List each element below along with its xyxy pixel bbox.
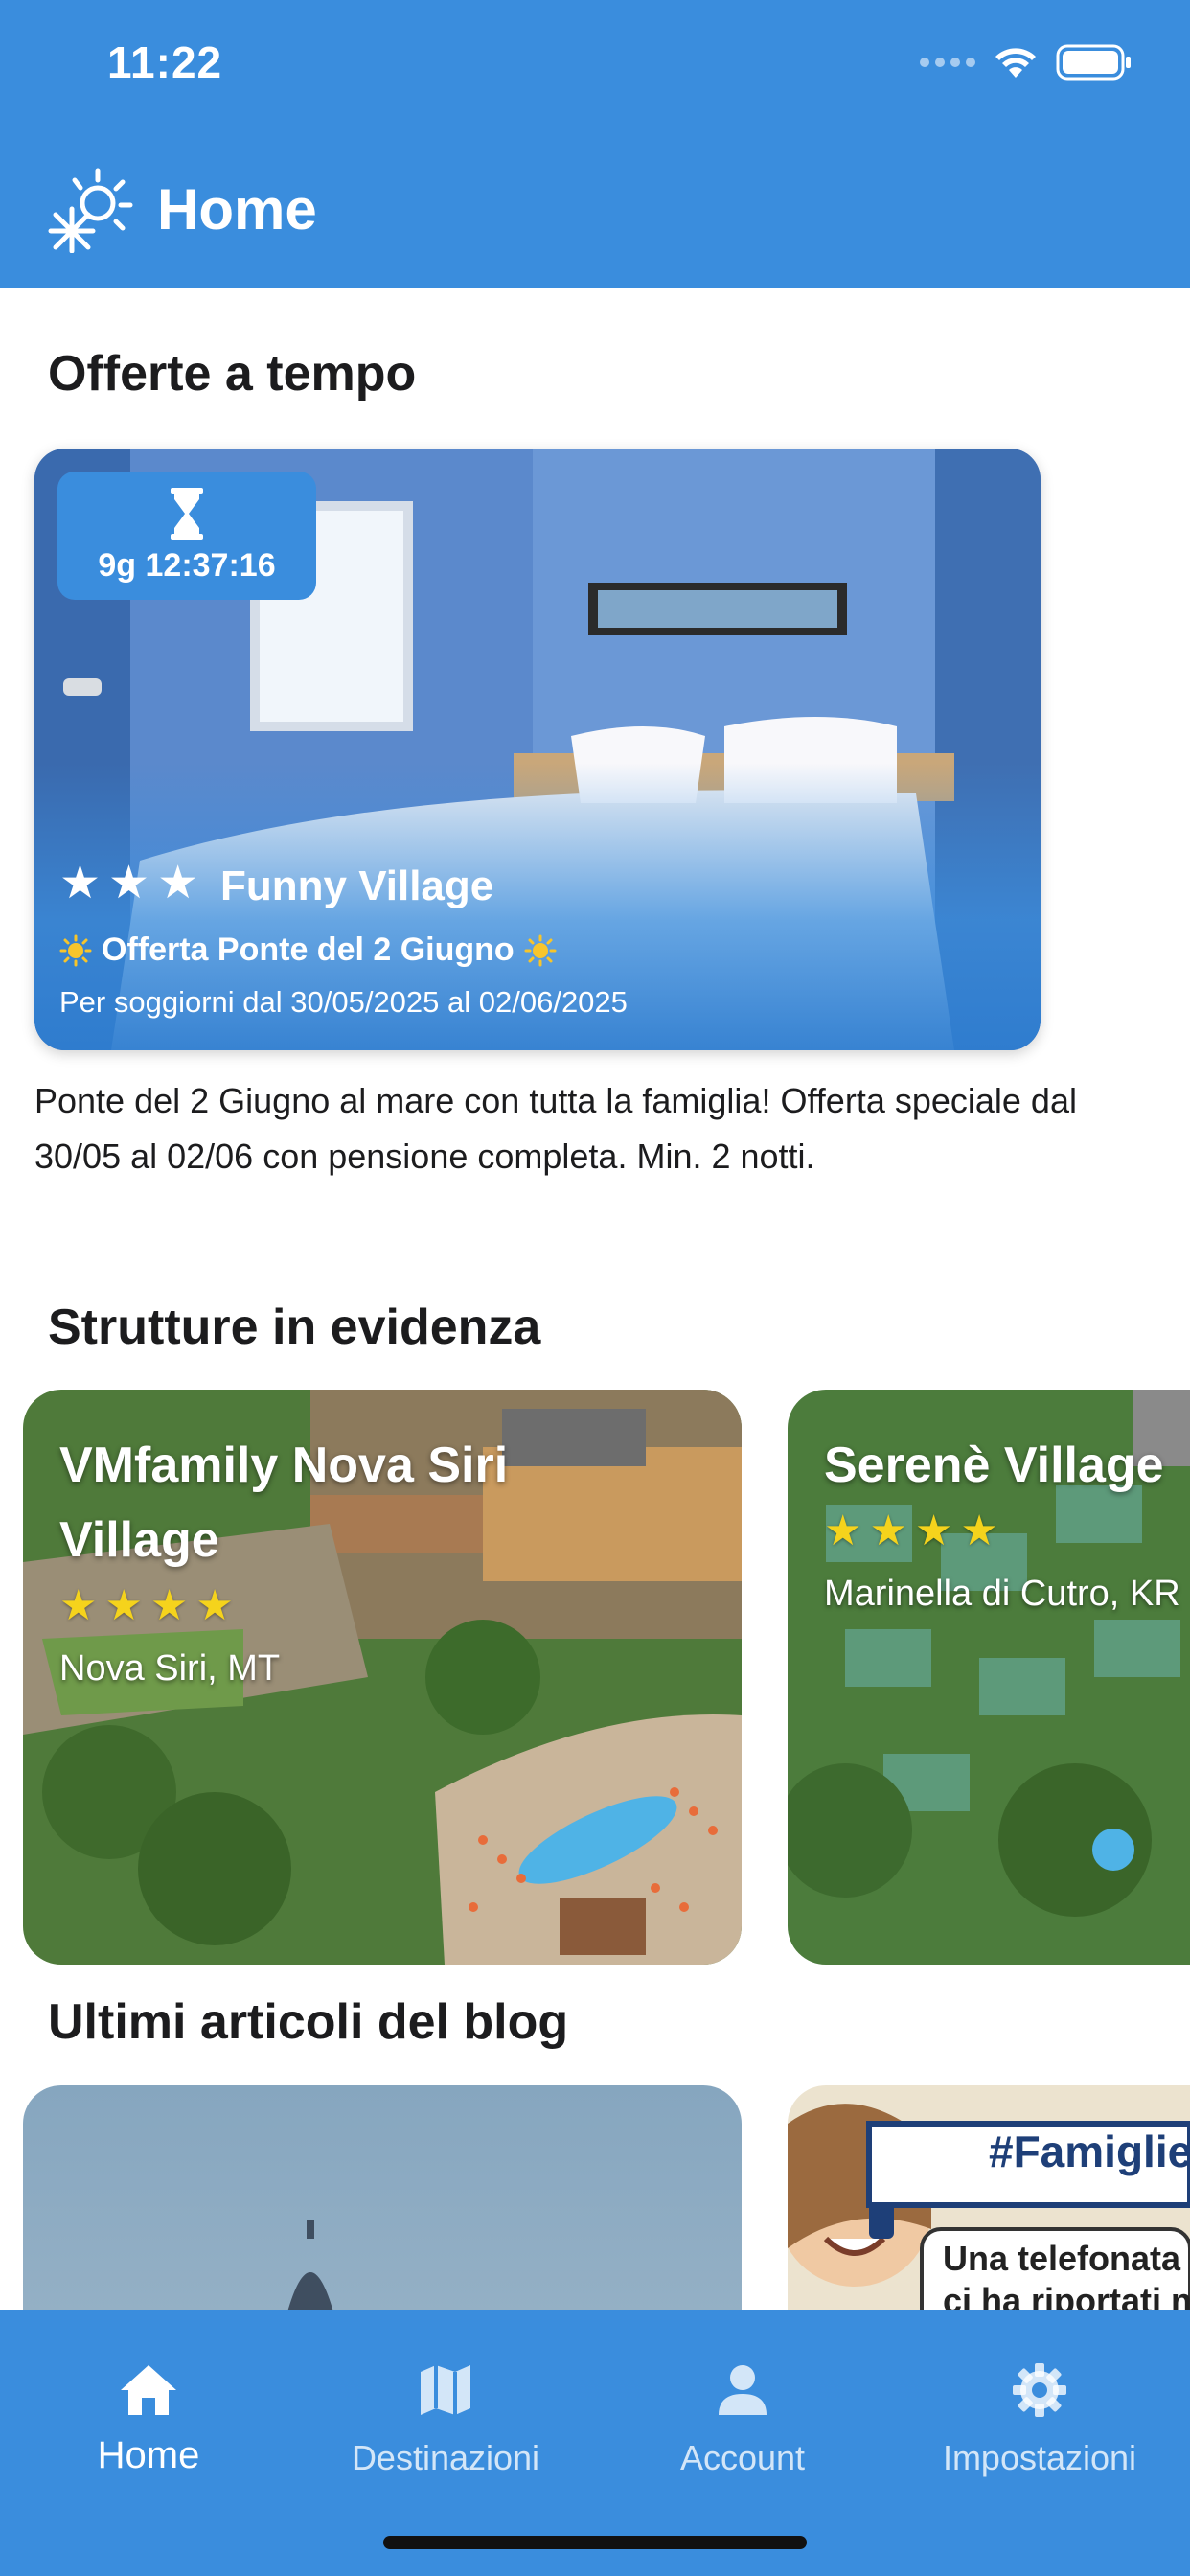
nav-item-destinazioni[interactable]: Destinazioni — [297, 2310, 594, 2501]
structure-location: Marinella di Cutro, KR — [824, 1574, 1180, 1614]
star-icon: ★ — [960, 1507, 998, 1554]
star-icon: ★ — [157, 858, 199, 908]
star-icon: ★ — [195, 1582, 234, 1629]
star-icon: ★ — [108, 858, 150, 908]
section-title-offers: Offerte a tempo — [48, 346, 417, 402]
structure-location: Nova Siri, MT — [59, 1648, 281, 1689]
blog-image-caption-line-1: Una telefonata con — [943, 2239, 1190, 2278]
map-icon — [421, 2365, 470, 2415]
countdown-timer: 9g 12:37:16 — [98, 546, 276, 584]
structure-star-rating: ★ ★ ★ ★ — [59, 1585, 234, 1627]
structure-name: Serenè Village — [824, 1438, 1164, 1493]
sun-icon — [524, 934, 557, 966]
star-icon: ★ — [59, 858, 102, 908]
offer-title-row: Offerta Ponte del 2 Giugno — [59, 932, 557, 969]
status-time: 11:22 — [107, 37, 223, 87]
nav-item-impostazioni[interactable]: Impostazioni — [891, 2310, 1188, 2501]
star-icon: ★ — [149, 1582, 189, 1629]
status-icons — [920, 44, 1133, 80]
offer-card[interactable]: 9g 12:37:16 ★ ★ ★ Funny Village Offerta … — [34, 448, 1041, 1050]
sun-snowflake-logo-icon — [48, 168, 133, 253]
blog-image-hashtag: #FamiglieF — [989, 2127, 1190, 2176]
nav-label-impostazioni: Impostazioni — [942, 2438, 1137, 2477]
structure-star-rating: ★ ★ ★ ★ — [824, 1510, 998, 1552]
structure-card[interactable]: Serenè Village ★ ★ ★ ★ Marinella di Cutr… — [788, 1390, 1190, 1965]
structure-name: VMfamily Nova Siri Village — [59, 1438, 509, 1568]
nav-item-home[interactable]: Home — [0, 2310, 297, 2501]
star-icon: ★ — [824, 1507, 862, 1554]
person-icon — [719, 2365, 767, 2415]
nav-item-account[interactable]: Account — [594, 2310, 891, 2501]
countdown-badge: 9g 12:37:16 — [57, 472, 316, 600]
nav-label-destinazioni: Destinazioni — [351, 2438, 540, 2477]
structure-card[interactable]: VMfamily Nova Siri Village ★ ★ ★ ★ Nova … — [23, 1390, 742, 1965]
header-title-row: Home — [46, 165, 317, 253]
nav-label-account: Account — [679, 2438, 806, 2477]
wifi-icon — [995, 48, 1036, 78]
battery-icon — [1056, 44, 1131, 80]
home-icon — [121, 2365, 176, 2415]
nav-label-home: Home — [97, 2434, 200, 2476]
section-title-structures: Strutture in evidenza — [48, 1300, 541, 1355]
gear-icon — [1013, 2363, 1066, 2417]
offer-title: Offerta Ponte del 2 Giugno — [102, 932, 515, 968]
offer-star-rating: ★ ★ ★ — [59, 861, 198, 907]
offer-description: Ponte del 2 Giugno al mare con tutta la … — [34, 1081, 1077, 1176]
home-indicator[interactable] — [383, 2536, 807, 2549]
star-icon: ★ — [869, 1507, 907, 1554]
cellular-signal-icon — [920, 58, 975, 67]
star-icon: ★ — [59, 1582, 98, 1629]
sun-icon — [59, 934, 92, 966]
star-icon: ★ — [914, 1507, 953, 1554]
page-title: Home — [157, 176, 317, 242]
top-app-bar: 11:22 Home — [0, 0, 1190, 288]
star-icon: ★ — [104, 1582, 143, 1629]
offer-dates: Per soggiorni dal 30/05/2025 al 02/06/20… — [59, 985, 628, 1019]
section-title-blog: Ultimi articoli del blog — [48, 1994, 569, 2050]
hourglass-icon — [171, 487, 203, 540]
offer-hotel-name: Funny Village — [220, 862, 494, 909]
